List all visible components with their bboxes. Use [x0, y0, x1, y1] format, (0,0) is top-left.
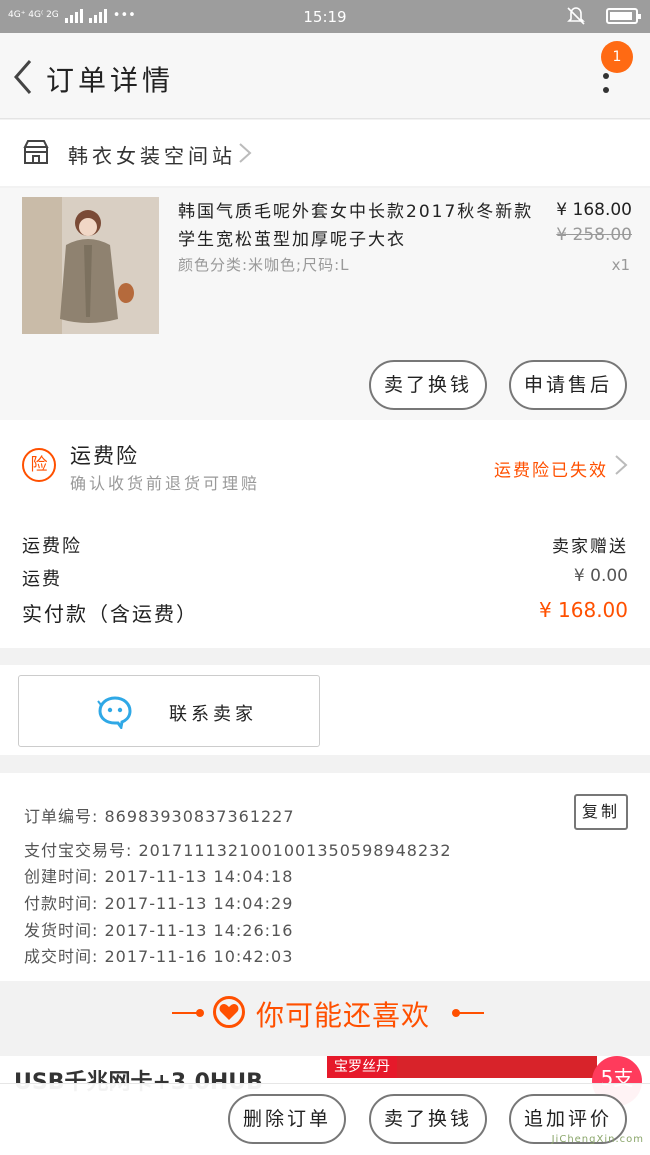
paid-time: 付款时间: 2017-11-13 14:04:29	[24, 894, 294, 913]
page-title: 订单详情	[46, 64, 175, 97]
delete-order-button[interactable]: 删除订单	[228, 1094, 346, 1144]
fee-insurance-value: 卖家赠送	[552, 537, 628, 557]
shop-row[interactable]: 韩衣女装空间站	[0, 120, 650, 186]
insurance-status[interactable]: 运费险已失效	[494, 456, 608, 481]
product-original-price: ¥ 258.00	[556, 225, 632, 245]
contact-seller-button[interactable]: 联系卖家	[18, 675, 320, 747]
store-icon	[23, 140, 49, 164]
recommend-brand-tag: 宝罗丝丹	[327, 1056, 397, 1078]
product-title[interactable]: 韩国气质毛呢外套女中长款2017秋冬新款学生宽松茧型加厚呢子大衣	[178, 198, 548, 254]
more-menu-icon[interactable]	[596, 73, 616, 113]
insurance-and-fees: 险 运费险 确认收货前退货可理赔 运费险已失效 运费险 卖家赠送 运费 ¥ 0.…	[0, 420, 650, 648]
product-spec: 颜色分类:米咖色;尺码:L	[178, 256, 350, 274]
completed-time: 成交时间: 2017-11-16 10:42:03	[24, 947, 294, 966]
resell-button-bottom[interactable]: 卖了换钱	[369, 1094, 487, 1144]
decor-line	[172, 1012, 198, 1014]
heart-icon	[213, 996, 245, 1028]
status-bar: 4G⁺ 4G⁽ 2G ••• 15:19	[0, 0, 650, 33]
fee-paid-value: ¥ 168.00	[538, 598, 628, 622]
back-arrow-icon[interactable]	[10, 57, 40, 97]
chevron-right-icon[interactable]	[614, 454, 628, 476]
resell-button[interactable]: 卖了换钱	[369, 360, 487, 410]
created-time: 创建时间: 2017-11-13 14:04:18	[24, 867, 294, 886]
bottom-action-bar: 删除订单 卖了换钱 追加评价 JiChengXin.com	[0, 1083, 650, 1155]
insurance-title: 运费险	[70, 444, 139, 468]
chat-bubble-icon	[97, 696, 132, 729]
copy-button[interactable]: 复制	[574, 794, 628, 830]
recommend-banner	[397, 1056, 597, 1078]
after-sales-button[interactable]: 申请售后	[509, 360, 627, 410]
fee-shipping-label: 运费	[22, 569, 62, 590]
decor-dot	[196, 1009, 204, 1017]
recommend-title: 你可能还喜欢	[256, 999, 431, 1032]
product-photo	[22, 197, 159, 334]
insurance-desc: 确认收货前退货可理赔	[70, 474, 261, 493]
mute-bell-icon	[567, 7, 585, 25]
alipay-number: 支付宝交易号: 2017111321001001350598948232	[24, 841, 452, 860]
product-quantity: x1	[611, 256, 630, 274]
nav-bar: 订单详情 1	[0, 33, 650, 119]
shop-name: 韩衣女装空间站	[68, 144, 236, 168]
chevron-right-icon	[239, 143, 252, 163]
order-item[interactable]: 韩国气质毛呢外套女中长款2017秋冬新款学生宽松茧型加厚呢子大衣 颜色分类:米咖…	[0, 188, 650, 420]
battery-icon	[606, 8, 641, 24]
contact-section: 联系卖家	[0, 665, 650, 755]
watermark: JiChengXin.com	[551, 1134, 644, 1145]
status-time: 15:19	[303, 8, 347, 26]
fee-paid-label: 实付款（含运费）	[22, 602, 198, 626]
recommend-header: 你可能还喜欢	[0, 982, 650, 1044]
fee-insurance-label: 运费险	[22, 536, 82, 557]
contact-seller-label: 联系卖家	[169, 704, 257, 725]
order-number: 订单编号: 86983930837361227	[24, 807, 295, 826]
fee-shipping-value: ¥ 0.00	[573, 566, 628, 586]
shipped-time: 发货时间: 2017-11-13 14:26:16	[24, 921, 294, 940]
decor-line	[458, 1012, 484, 1014]
product-price: ¥ 168.00	[556, 200, 632, 220]
order-info: 订单编号: 86983930837361227 支付宝交易号: 20171113…	[0, 773, 650, 981]
notification-badge: 1	[601, 41, 633, 73]
insurance-icon: 险	[22, 448, 56, 482]
product-image[interactable]	[22, 197, 159, 334]
